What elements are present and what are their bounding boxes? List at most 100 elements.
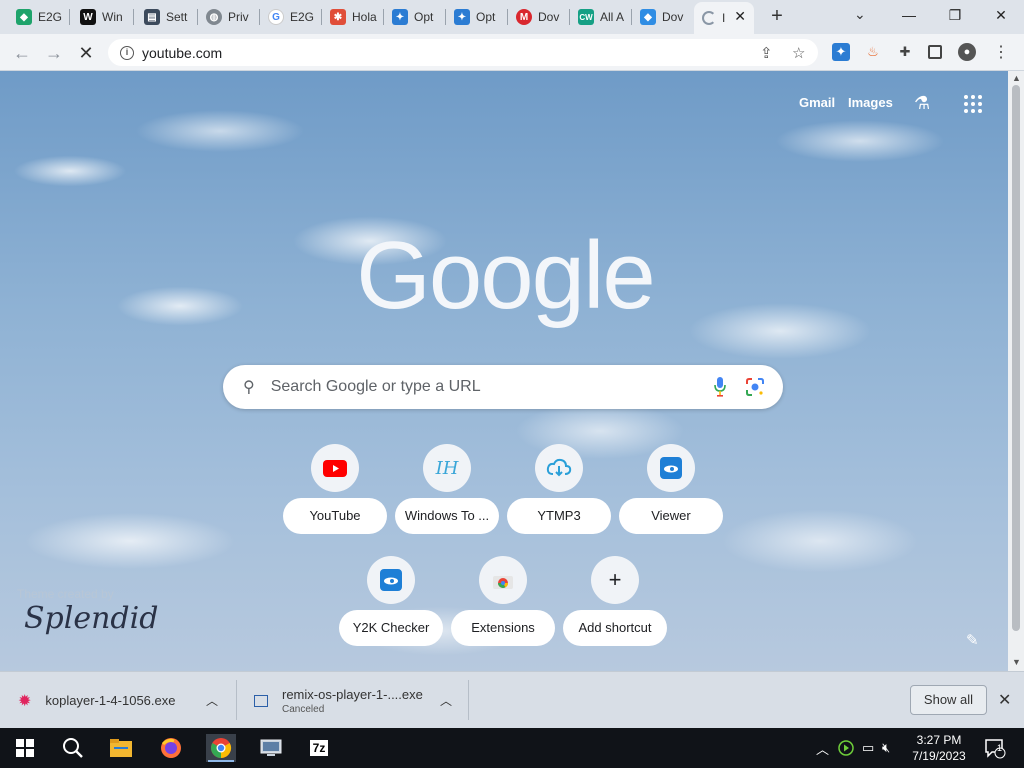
diamond-icon: ◆ bbox=[640, 9, 656, 25]
file-icon bbox=[254, 694, 268, 707]
tab[interactable]: ◆ E2G bbox=[8, 4, 70, 30]
network-icon[interactable]: ▭ bbox=[862, 728, 874, 768]
tab-title: Hola bbox=[352, 10, 377, 24]
divider bbox=[468, 680, 469, 720]
search-input[interactable]: Search Google or type a URL bbox=[271, 378, 481, 396]
google-g-icon: G bbox=[268, 9, 284, 25]
add-shortcut-button[interactable]: + Add shortcut bbox=[563, 556, 667, 668]
divider bbox=[236, 680, 237, 720]
address-text[interactable]: youtube.com bbox=[142, 45, 222, 61]
back-arrow-icon[interactable]: ← bbox=[10, 41, 34, 65]
file-explorer-icon[interactable] bbox=[106, 734, 136, 762]
site-info-icon[interactable]: i bbox=[120, 45, 134, 60]
remote-desktop-icon[interactable] bbox=[256, 734, 286, 762]
tab-search-chevron-icon[interactable]: ⌄ bbox=[854, 6, 866, 23]
hola-icon: ✱ bbox=[330, 9, 346, 25]
tab[interactable]: G E2G bbox=[260, 4, 322, 30]
download-options-chevron-icon[interactable]: ︿ bbox=[206, 692, 218, 709]
tab-active[interactable]: I ✕ bbox=[694, 2, 754, 34]
shortcut-tile[interactable]: Viewer bbox=[619, 444, 723, 556]
tab[interactable]: ◍ Priv bbox=[198, 4, 260, 30]
apps-grid-icon[interactable] bbox=[964, 95, 982, 113]
menu-kebab-icon[interactable]: ⋮ bbox=[992, 43, 1010, 61]
download-options-chevron-icon[interactable]: ︿ bbox=[440, 692, 452, 709]
extension-optimizer-icon[interactable]: ✦ bbox=[832, 43, 850, 61]
tab-title: Win bbox=[102, 10, 123, 24]
forward-arrow-icon[interactable]: → bbox=[42, 41, 66, 65]
download-item[interactable]: ✹ koplayer-1-4-1056.exe ︿ bbox=[18, 672, 236, 729]
side-panel-icon[interactable] bbox=[928, 45, 942, 59]
new-tab-button[interactable]: + bbox=[766, 6, 788, 28]
restore-button[interactable]: ❐ bbox=[932, 0, 978, 30]
cw-icon: CW bbox=[578, 9, 594, 25]
show-hidden-icons-chevron-icon[interactable]: ︿ bbox=[816, 728, 829, 768]
tab-title: All A bbox=[600, 10, 625, 24]
tab-title: I bbox=[722, 11, 726, 25]
shortcut-tile[interactable]: Extensions bbox=[451, 556, 555, 668]
tab[interactable]: ✦ Opt bbox=[446, 4, 508, 30]
labs-flask-icon[interactable]: ⚗ bbox=[914, 93, 930, 114]
close-tab-icon[interactable]: ✕ bbox=[734, 8, 746, 25]
search-icon: ⚲ bbox=[243, 379, 255, 396]
bookmark-star-icon[interactable]: ☆ bbox=[792, 44, 805, 62]
windows-start-icon[interactable] bbox=[10, 734, 40, 762]
close-window-button[interactable]: ✕ bbox=[978, 0, 1024, 30]
theme-name[interactable]: Splendid bbox=[24, 601, 158, 636]
close-downloads-icon[interactable]: ✕ bbox=[998, 690, 1011, 710]
system-clock[interactable]: 3:27 PM 7/19/2023 bbox=[908, 732, 970, 764]
optimizer-icon: ✦ bbox=[454, 9, 470, 25]
youtube-icon bbox=[311, 444, 359, 492]
tab[interactable]: ▤ Sett bbox=[136, 4, 198, 30]
chrome-icon[interactable] bbox=[206, 734, 236, 762]
images-link[interactable]: Images bbox=[848, 95, 893, 110]
tab[interactable]: W Win bbox=[72, 4, 134, 30]
tab[interactable]: ✱ Hola bbox=[322, 4, 384, 30]
share-icon[interactable]: ⇪ bbox=[760, 44, 773, 62]
show-all-button[interactable]: Show all bbox=[910, 685, 987, 715]
clock-date: 7/19/2023 bbox=[912, 749, 966, 763]
7zip-icon[interactable]: 7z bbox=[304, 734, 334, 762]
taskbar: 7z ︿ ▭ 🔇︎ 3:27 PM 7/19/2023 1 bbox=[0, 728, 1024, 768]
scrollbar-thumb[interactable] bbox=[1012, 85, 1020, 631]
tab[interactable]: M Dov bbox=[508, 4, 570, 30]
clock-time: 3:27 PM bbox=[916, 733, 962, 747]
search-icon[interactable] bbox=[58, 734, 88, 762]
google-lens-icon[interactable] bbox=[745, 377, 765, 397]
search-box[interactable]: ⚲ Search Google or type a URL bbox=[223, 365, 783, 409]
profile-avatar-icon[interactable]: ● bbox=[958, 43, 976, 61]
scroll-down-icon[interactable]: ▼ bbox=[1012, 657, 1021, 667]
extensions-puzzle-icon[interactable]: ✚ bbox=[896, 43, 914, 61]
page-scrollbar[interactable]: ▲ ▼ bbox=[1008, 71, 1024, 671]
address-bar[interactable]: i youtube.com ⇪ ☆ bbox=[108, 39, 818, 66]
tab[interactable]: CW All A bbox=[570, 4, 632, 30]
volume-muted-icon[interactable]: 🔇︎ bbox=[882, 728, 890, 768]
tab-title: Priv bbox=[228, 10, 249, 24]
customize-pencil-icon[interactable]: ✎ bbox=[966, 631, 979, 649]
tab[interactable]: ✦ Opt bbox=[384, 4, 446, 30]
firefox-icon[interactable] bbox=[156, 734, 186, 762]
tab-title: Opt bbox=[476, 10, 496, 24]
shortcut-tile[interactable]: Y2K Checker bbox=[339, 556, 443, 668]
download-item[interactable]: remix-os-player-1-....exe Canceled ︿ bbox=[254, 672, 468, 729]
new-tab-page: Gmail Images ⚗ Google ⚲ Search Google or… bbox=[0, 71, 1008, 671]
plus-icon: + bbox=[591, 556, 639, 604]
notifications-icon[interactable]: 1 bbox=[984, 734, 1006, 762]
globe-icon: ◍ bbox=[206, 9, 222, 25]
shortcut-tile[interactable]: YouTube bbox=[283, 444, 387, 556]
shortcut-label: Windows To ... bbox=[395, 498, 499, 534]
microphone-icon[interactable] bbox=[713, 376, 727, 398]
minimize-button[interactable]: — bbox=[886, 0, 932, 30]
notification-count: 1 bbox=[997, 743, 1003, 753]
shortcut-tile[interactable]: IH Windows To ... bbox=[395, 444, 499, 556]
stop-loading-icon[interactable]: ✕ bbox=[74, 41, 98, 65]
gmail-link[interactable]: Gmail bbox=[799, 95, 835, 110]
shortcut-label: Extensions bbox=[451, 610, 555, 646]
scroll-up-icon[interactable]: ▲ bbox=[1012, 73, 1021, 83]
tab-title: Opt bbox=[414, 10, 434, 24]
loading-spinner-icon bbox=[702, 11, 716, 25]
tab-title: Sett bbox=[166, 10, 188, 24]
media-play-icon[interactable] bbox=[838, 728, 854, 768]
tab[interactable]: ◆ Dov bbox=[632, 4, 694, 30]
shortcut-tile[interactable]: YTMP3 bbox=[507, 444, 611, 556]
extension-flame-icon[interactable]: ♨ bbox=[864, 43, 882, 61]
